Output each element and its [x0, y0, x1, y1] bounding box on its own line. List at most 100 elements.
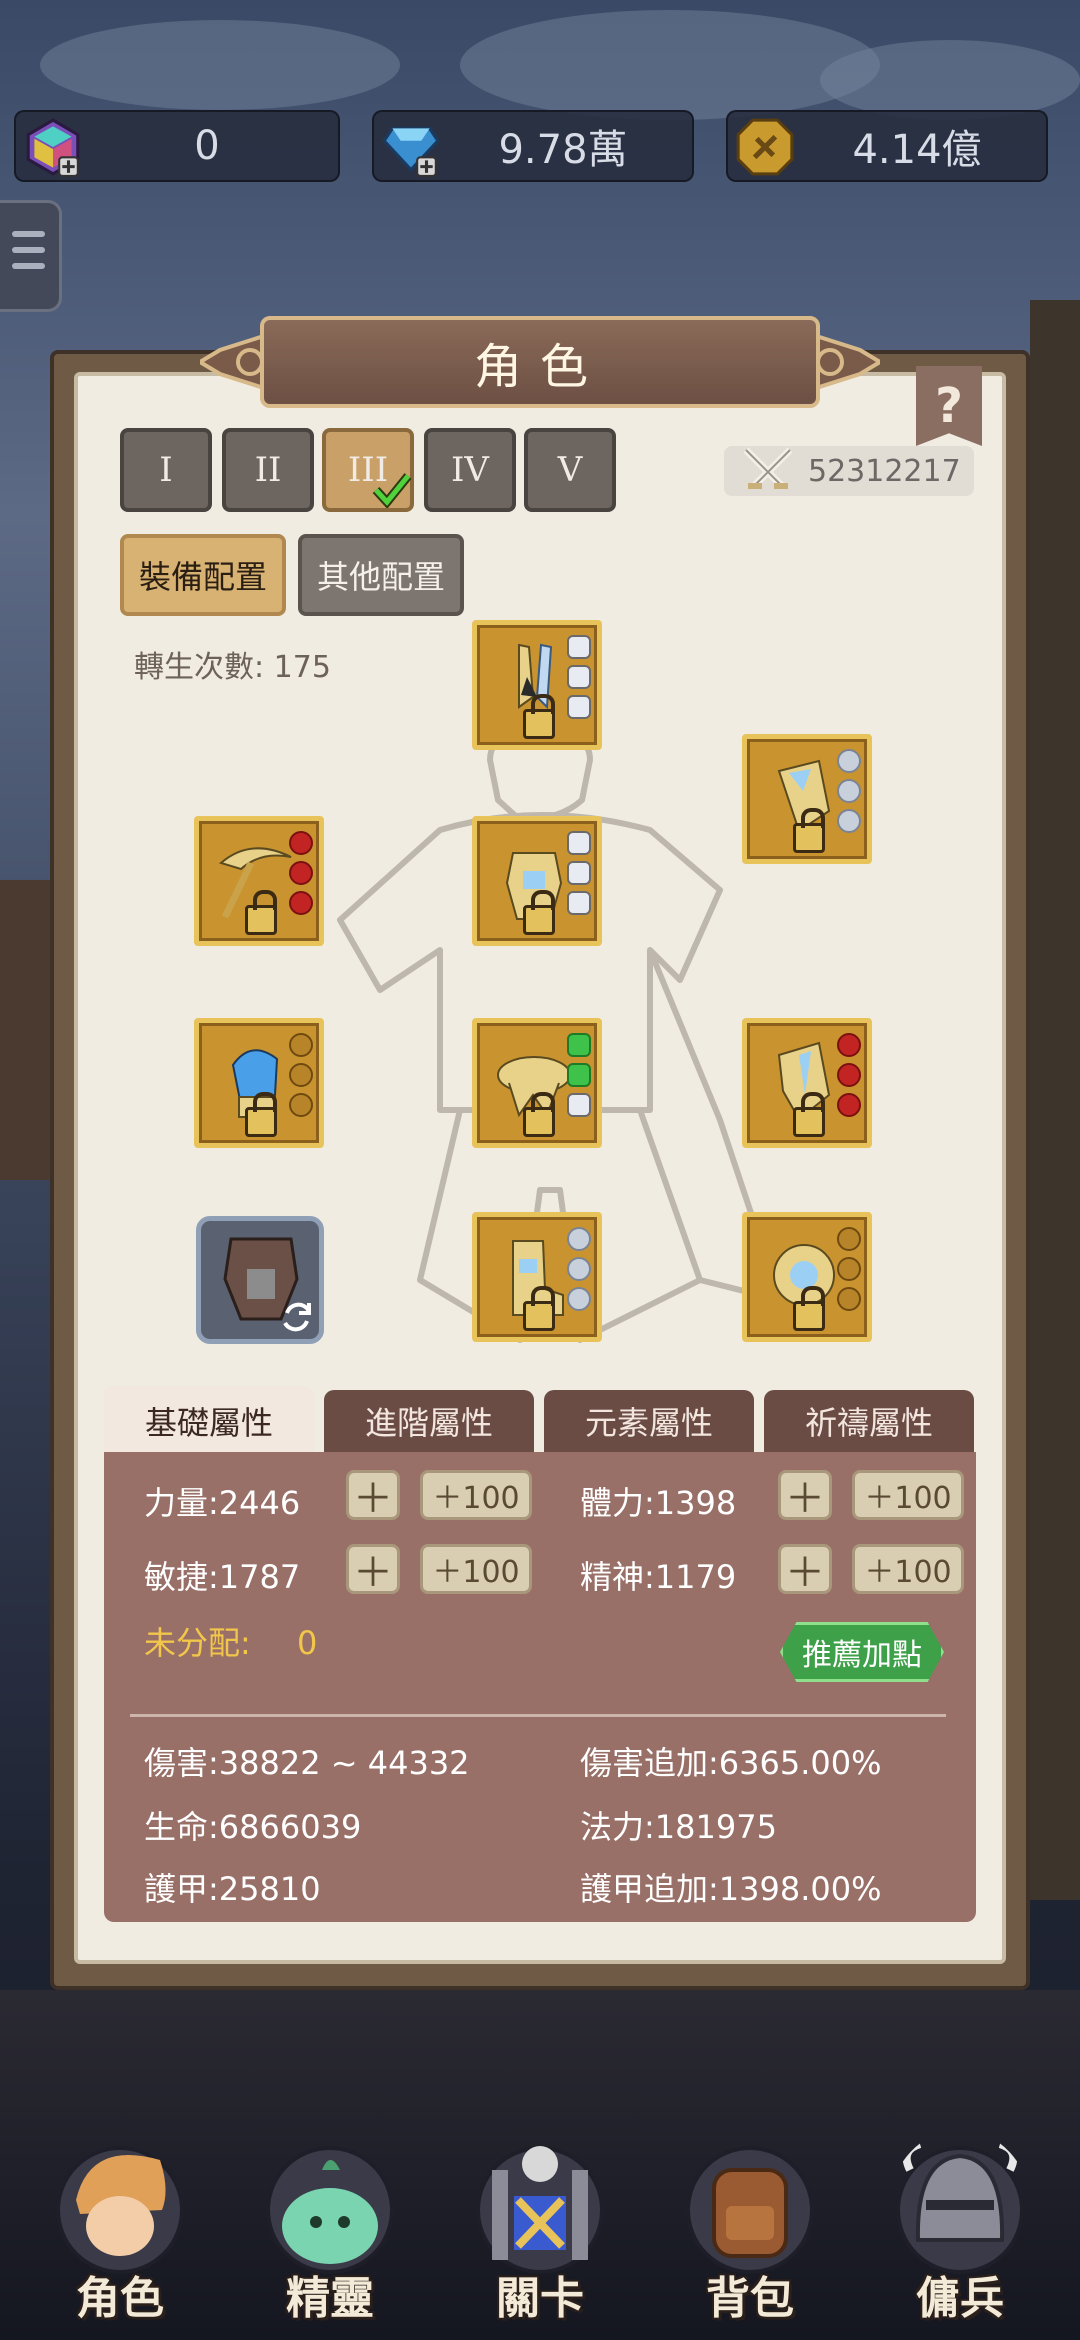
stamina-plus100-button[interactable]: ＋100: [852, 1470, 964, 1520]
nav-character[interactable]: 角色: [30, 2130, 210, 2330]
check-icon: [372, 473, 412, 508]
knight-helmet-icon: [896, 2140, 1024, 2274]
nav-label: 背包: [706, 2273, 794, 2324]
stats-divider: [130, 1714, 946, 1717]
unallocated-points: 未分配: 0: [144, 1618, 317, 1664]
gem-socket: [567, 831, 591, 855]
lock-icon: [523, 1092, 555, 1137]
equipment-config-button[interactable]: 裝備配置: [120, 534, 286, 616]
nav-stage[interactable]: 關卡: [450, 2130, 630, 2330]
cloud: [460, 10, 880, 120]
hero-portrait-icon: [56, 2146, 184, 2274]
stamina-value: 體力:1398: [580, 1484, 737, 1522]
menu-line: [12, 231, 45, 237]
equip-slot-helmet[interactable]: [472, 620, 602, 750]
nav-label: 傭兵: [916, 2273, 1004, 2324]
strength-value: 力量:2446: [144, 1484, 301, 1522]
agility-plus100-button[interactable]: ＋100: [420, 1544, 532, 1594]
gem-socket: [289, 831, 313, 855]
gem-socket: [837, 1287, 861, 1311]
equip-slot-weapon[interactable]: [194, 816, 324, 946]
stamina-plus-button[interactable]: ＋: [778, 1470, 832, 1522]
gem-socket: [837, 749, 861, 773]
gem-socket: [837, 1093, 861, 1117]
gem-socket: [567, 891, 591, 915]
tier-tab-4[interactable]: IV: [424, 428, 516, 512]
menu-line: [12, 247, 45, 253]
recommend-points-button[interactable]: 推薦加點: [780, 1622, 944, 1682]
equip-slot-amulet[interactable]: [742, 1212, 872, 1342]
lock-icon: [523, 1286, 555, 1331]
menu-line: [12, 263, 45, 269]
tab-advanced-attributes[interactable]: 進階屬性: [324, 1390, 534, 1452]
gem-socket: [837, 1257, 861, 1281]
unallocated-label: 未分配:: [144, 1624, 251, 1662]
cloud: [40, 20, 400, 110]
costume-slot[interactable]: [196, 1216, 324, 1344]
gem-socket: [567, 1287, 591, 1311]
currency-diamond[interactable]: 9.78萬: [372, 110, 694, 182]
equip-slot-gloves[interactable]: [194, 1018, 324, 1148]
tier-tab-2[interactable]: II: [222, 428, 314, 512]
panel-title: 角色: [260, 316, 820, 408]
spirit-icon: [266, 2146, 394, 2274]
gem-socket: [567, 1257, 591, 1281]
equip-slot-belt[interactable]: [472, 1018, 602, 1148]
cliff-right: [1030, 300, 1080, 1900]
armor-value: 護甲:25810: [144, 1870, 321, 1908]
side-menu-button[interactable]: [0, 200, 62, 312]
combat-power: 52312217: [724, 446, 974, 496]
gem-socket: [567, 635, 591, 659]
gem-socket: [837, 779, 861, 803]
lock-icon: [793, 1286, 825, 1331]
currency-rainbow-gem[interactable]: 0: [14, 110, 340, 182]
gem-socket: [837, 809, 861, 833]
lock-icon: [523, 694, 555, 739]
gem-socket: [567, 1227, 591, 1251]
other-config-button[interactable]: 其他配置: [298, 534, 464, 616]
stage-gate-icon: [476, 2146, 604, 2274]
equip-slot-boots[interactable]: [472, 1212, 602, 1342]
strength-plus-button[interactable]: ＋: [346, 1470, 400, 1522]
cliff-left: [0, 880, 50, 1180]
spirit-plus-button[interactable]: ＋: [778, 1544, 832, 1596]
nav-spirit[interactable]: 精靈: [240, 2130, 420, 2330]
tier-tab-1[interactable]: I: [120, 428, 212, 512]
life-value: 生命:6866039: [144, 1808, 362, 1846]
damage-value: 傷害:38822 ~ 44332: [144, 1744, 470, 1782]
tab-basic-attributes[interactable]: 基礎屬性: [104, 1386, 314, 1456]
backpack-icon: [686, 2146, 814, 2274]
tier-tab-5[interactable]: V: [524, 428, 616, 512]
nav-label: 關卡: [496, 2273, 584, 2324]
tab-prayer-attributes[interactable]: 祈禱屬性: [764, 1390, 974, 1452]
mana-value: 法力:181975: [580, 1808, 777, 1846]
currency-value: 4.14億: [852, 127, 982, 173]
equip-slot-shield[interactable]: [742, 1018, 872, 1148]
gem-socket: [837, 1227, 861, 1251]
nav-label: 角色: [76, 2273, 164, 2324]
equip-slot-armor[interactable]: [472, 816, 602, 946]
gold-coin-icon: [736, 118, 794, 176]
unallocated-value: 0: [296, 1624, 318, 1662]
tier-tab-3[interactable]: III: [322, 428, 414, 512]
nav-label: 精靈: [286, 2273, 374, 2324]
agility-value: 敏捷:1787: [144, 1558, 301, 1596]
currency-value: 0: [194, 123, 220, 169]
gem-socket: [289, 1063, 313, 1087]
strength-plus100-button[interactable]: ＋100: [420, 1470, 532, 1520]
crossed-swords-icon: [743, 447, 793, 489]
nav-backpack[interactable]: 背包: [660, 2130, 840, 2330]
nav-mercenary[interactable]: 傭兵: [870, 2130, 1050, 2330]
gem-socket: [567, 1063, 591, 1087]
agility-plus-button[interactable]: ＋: [346, 1544, 400, 1596]
currency-value: 9.78萬: [498, 127, 628, 173]
rainbow-gem-icon: [26, 118, 80, 177]
tab-element-attributes[interactable]: 元素屬性: [544, 1390, 754, 1452]
lock-icon: [523, 890, 555, 935]
spirit-plus100-button[interactable]: ＋100: [852, 1544, 964, 1594]
currency-gold[interactable]: 4.14億: [726, 110, 1048, 182]
lock-icon: [245, 1092, 277, 1137]
gem-socket: [567, 695, 591, 719]
lock-icon: [793, 808, 825, 853]
equip-slot-cloak[interactable]: [742, 734, 872, 864]
